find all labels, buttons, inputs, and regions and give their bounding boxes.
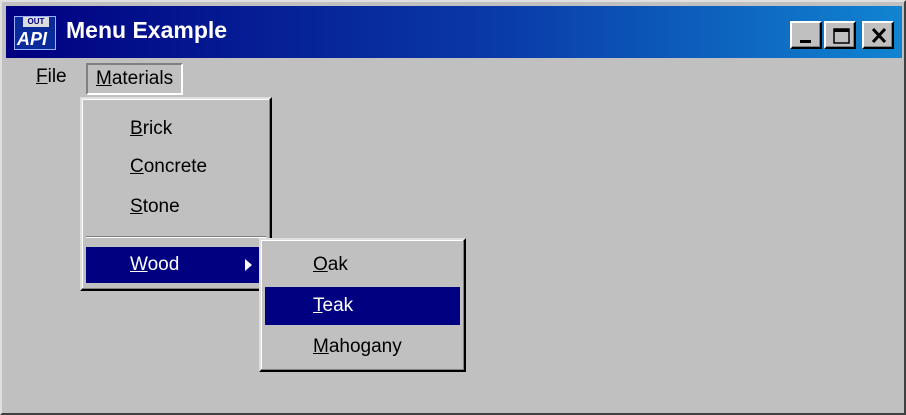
- materials-menu: Brick Concrete Stone Wood: [80, 97, 272, 291]
- menu-item-oak[interactable]: Oak: [265, 247, 460, 283]
- menu-item-stone-mnemonic: S: [130, 196, 143, 217]
- wood-submenu: Oak Teak Mahogany: [259, 238, 466, 372]
- menu-item-teak-label: eak: [322, 295, 354, 316]
- menu-item-brick-mnemonic: B: [130, 118, 143, 139]
- menu-file[interactable]: File: [28, 63, 75, 95]
- window-title: Menu Example: [66, 17, 228, 43]
- menu-item-concrete-label: oncrete: [143, 156, 208, 177]
- menu-item-mahogany[interactable]: Mahogany: [265, 329, 460, 365]
- menu-item-teak-mnemonic: T: [313, 295, 323, 316]
- menu-item-wood-mnemonic: W: [130, 254, 148, 275]
- close-button[interactable]: [862, 21, 894, 49]
- app-icon-label-top: OUT: [23, 17, 49, 27]
- menu-item-mahogany-label: ahogany: [328, 336, 402, 357]
- menu-item-stone[interactable]: Stone: [86, 189, 266, 225]
- menu-item-concrete-mnemonic: C: [130, 156, 144, 177]
- menu-item-concrete[interactable]: Concrete: [86, 149, 266, 185]
- menu-item-wood[interactable]: Wood: [86, 247, 266, 283]
- maximize-icon: [833, 28, 850, 44]
- menu-item-oak-label: ak: [327, 254, 348, 275]
- title-bar[interactable]: OUT API Menu Example: [6, 6, 902, 58]
- menu-materials-label: aterials: [111, 68, 174, 89]
- menu-separator: [86, 236, 266, 238]
- menu-item-wood-label: ood: [147, 254, 180, 275]
- minimize-button[interactable]: [790, 21, 822, 49]
- menu-item-oak-mnemonic: O: [313, 254, 328, 275]
- menu-item-brick-label: rick: [142, 118, 173, 139]
- menu-item-stone-label: tone: [142, 196, 180, 217]
- menu-item-brick[interactable]: Brick: [86, 111, 266, 147]
- menu-materials-mnemonic: M: [96, 68, 112, 89]
- menu-file-label: ile: [47, 66, 67, 87]
- menu-bar: File Materials: [6, 58, 902, 98]
- menu-materials[interactable]: Materials: [86, 63, 184, 95]
- menu-file-mnemonic: F: [36, 66, 48, 87]
- maximize-button[interactable]: [824, 21, 856, 49]
- menu-item-teak[interactable]: Teak: [265, 287, 460, 325]
- minimize-icon: [800, 40, 811, 43]
- app-icon[interactable]: OUT API: [14, 16, 56, 50]
- close-icon: [871, 27, 887, 44]
- menu-item-mahogany-mnemonic: M: [313, 336, 329, 357]
- submenu-arrow-icon: [245, 259, 252, 271]
- app-icon-label-bottom: API: [17, 29, 48, 49]
